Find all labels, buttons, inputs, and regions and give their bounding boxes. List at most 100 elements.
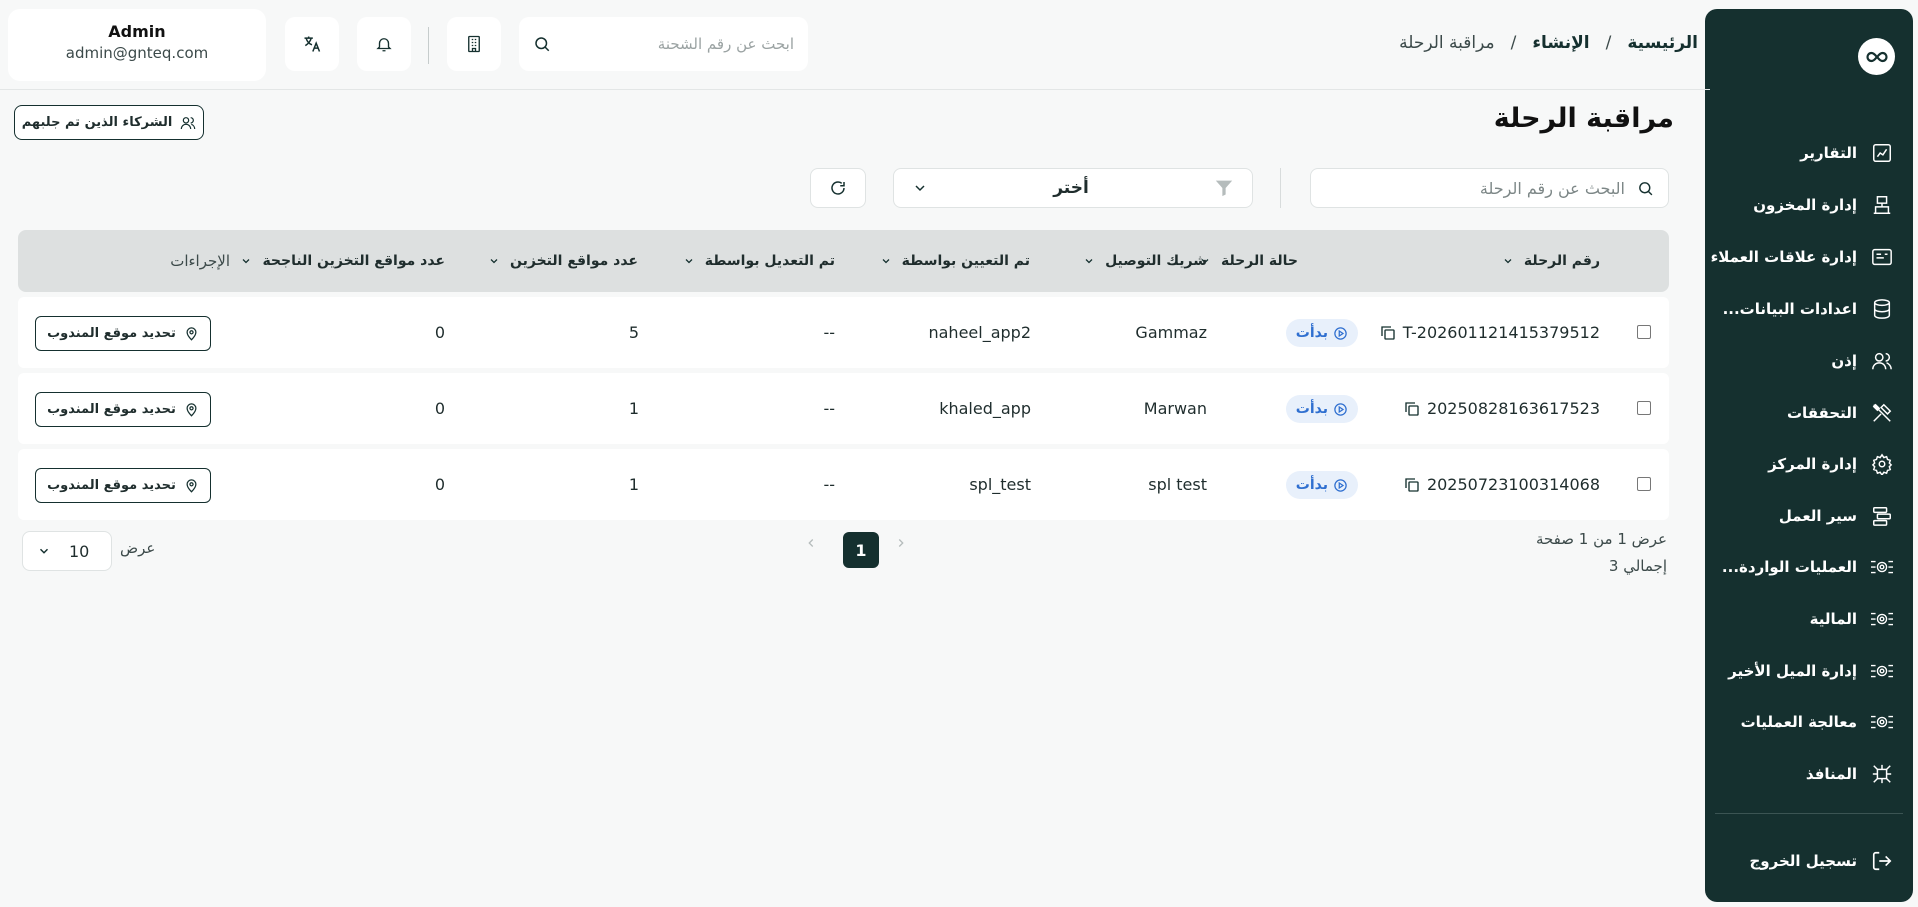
modified-by-cell: -- <box>823 475 835 494</box>
table-row: 20250828163617523 بدأت Marwan khaled_app… <box>18 373 1669 444</box>
copy-icon[interactable] <box>1403 400 1421 418</box>
storage-count-cell: 1 <box>628 475 639 494</box>
sidebar-item-verifications[interactable]: التحققات <box>1719 397 1895 429</box>
chevron-down-icon <box>685 259 693 264</box>
sidebar-item-permissions[interactable]: إذن <box>1719 345 1895 377</box>
modified-by-cell: -- <box>823 323 835 342</box>
status-badge: بدأت <box>1285 319 1358 347</box>
refresh-button[interactable] <box>810 168 866 208</box>
sidebar-item-last-mile[interactable]: إدارة الميل الأخير <box>1719 655 1895 687</box>
modified-by-cell: -- <box>823 399 835 418</box>
search-icon <box>535 37 550 52</box>
bell-icon <box>376 38 392 52</box>
column-header-delivery-partner[interactable]: شريك التوصيل <box>1083 230 1207 292</box>
page-number-current[interactable]: 1 <box>843 532 879 568</box>
users-icon <box>181 116 196 129</box>
column-header-assigned-by[interactable]: تم التعيين بواسطة <box>880 230 1030 292</box>
copy-icon[interactable] <box>1403 476 1421 494</box>
per-page-value: 10 <box>69 541 90 561</box>
logout-button[interactable]: تسجيل الخروج <box>1719 845 1895 877</box>
breadcrumb-create[interactable]: الإنشاء <box>1532 33 1589 53</box>
chevron-down-icon <box>490 259 498 264</box>
play-circle-icon <box>1334 326 1347 340</box>
sidebar-item-inventory[interactable]: إدارة المخزون <box>1719 189 1895 221</box>
column-header-storage-count[interactable]: عدد مواقع التخزين <box>488 230 638 292</box>
trip-number-cell: 20250723100314068 <box>1403 449 1600 520</box>
trip-number: 20250723100314068 <box>1426 475 1600 494</box>
storage-success-cell: 0 <box>434 399 445 418</box>
trip-search-input[interactable] <box>1325 178 1625 198</box>
locate-courier-button[interactable]: تحديد موقع المندوب <box>35 468 211 503</box>
search-icon <box>1639 181 1653 195</box>
shipment-search-input[interactable] <box>561 35 794 53</box>
pagination-info: عرض 1 من 1 صفحة إجمالي 3 <box>1536 526 1667 580</box>
column-header-trip-number[interactable]: رقم الرحلة <box>1502 230 1600 292</box>
gear-network-icon <box>1869 709 1895 735</box>
sidebar-item-reports[interactable]: التقارير <box>1719 137 1895 169</box>
sidebar-divider <box>1715 813 1903 814</box>
sidebar-item-operations-processing[interactable]: معالجة العمليات <box>1719 706 1895 738</box>
header-divider-line <box>0 89 1710 90</box>
refresh-icon <box>831 181 845 195</box>
row-checkbox[interactable] <box>1637 477 1651 491</box>
header-divider <box>428 27 429 64</box>
column-header-successful-storage[interactable]: عدد مواقع التخزين الناجحة <box>240 230 445 292</box>
inventory-icon <box>1869 192 1895 218</box>
gear-network-icon <box>1869 606 1895 632</box>
column-label: الإجراءات <box>170 252 230 270</box>
breadcrumb-separator: / <box>1605 33 1612 53</box>
chevron-down-icon <box>1504 259 1512 264</box>
sidebar-item-label: إدارة علاقات العملاء <box>1710 248 1857 266</box>
notifications-button[interactable] <box>357 17 411 71</box>
chevron-left-icon[interactable] <box>894 536 908 550</box>
row-checkbox[interactable] <box>1637 325 1651 339</box>
translate-icon <box>304 36 321 52</box>
row-checkbox[interactable] <box>1637 401 1651 415</box>
column-label: تم التعيين بواسطة <box>901 253 1030 269</box>
locate-courier-button[interactable]: تحديد موقع المندوب <box>35 392 211 427</box>
sidebar-item-data-settings[interactable]: اعدادات البيانات... <box>1719 293 1895 325</box>
column-header-modified-by[interactable]: تم التعديل بواسطة <box>683 230 835 292</box>
locate-courier-button[interactable]: تحديد موقع المندوب <box>35 316 211 351</box>
sidebar-item-label: المنافذ <box>1805 765 1857 783</box>
sidebar-item-label: إدارة المخزون <box>1753 196 1857 214</box>
column-header-actions: الإجراءات <box>170 230 230 292</box>
column-header-trip-status[interactable]: حالة الرحلة <box>1199 230 1298 292</box>
chevron-down-icon <box>882 259 890 264</box>
partner-cell: spl test <box>1148 475 1207 494</box>
logo[interactable] <box>1858 38 1895 75</box>
tools-icon <box>1869 400 1895 426</box>
sidebar-item-finance[interactable]: المالية <box>1719 603 1895 635</box>
pagination-total: إجمالي 3 <box>1608 557 1667 575</box>
crm-icon <box>1869 244 1895 270</box>
sidebar-item-crm[interactable]: إدارة علاقات العملاء <box>1711 241 1895 273</box>
sidebar-item-label: إدارة الميل الأخير <box>1728 662 1857 680</box>
status-text: بدأت <box>1295 401 1328 417</box>
database-icon <box>1869 296 1895 322</box>
trip-number: 20250828163617523 <box>1426 399 1600 418</box>
chevron-down-icon <box>39 548 49 554</box>
copy-icon[interactable] <box>1379 324 1397 342</box>
language-button[interactable] <box>285 17 339 71</box>
column-label: عدد مواقع التخزين <box>510 253 638 269</box>
chevron-right-icon[interactable] <box>804 536 818 550</box>
storage-success-cell: 0 <box>434 475 445 494</box>
chevron-down-icon <box>915 185 925 192</box>
sidebar-item-label: العمليات الواردة... <box>1721 558 1857 576</box>
sidebar-item-label: سير العمل <box>1778 507 1857 525</box>
sidebar-item-workflow[interactable]: سير العمل <box>1719 500 1895 532</box>
trip-number: T-202601121415379512 <box>1402 323 1600 342</box>
chart-icon <box>1869 140 1895 166</box>
building-button[interactable] <box>447 17 501 71</box>
map-pin-icon <box>186 327 197 341</box>
filter-select[interactable]: أختر <box>893 168 1253 208</box>
fetched-partners-button[interactable]: الشركاء الذين تم جلبهم <box>14 105 204 140</box>
sidebar-item-center-management[interactable]: إدارة المركز <box>1719 448 1895 480</box>
user-profile[interactable]: Admin admin@gnteq.com <box>8 9 266 81</box>
per-page-select[interactable]: 10 <box>22 531 112 571</box>
user-name: Admin <box>108 22 166 41</box>
sidebar-item-inbound-operations[interactable]: العمليات الواردة... <box>1719 551 1895 583</box>
breadcrumb-home[interactable]: الرئيسية <box>1627 33 1698 53</box>
sidebar-item-ports[interactable]: المنافذ <box>1719 758 1895 790</box>
trip-search <box>1310 168 1669 208</box>
